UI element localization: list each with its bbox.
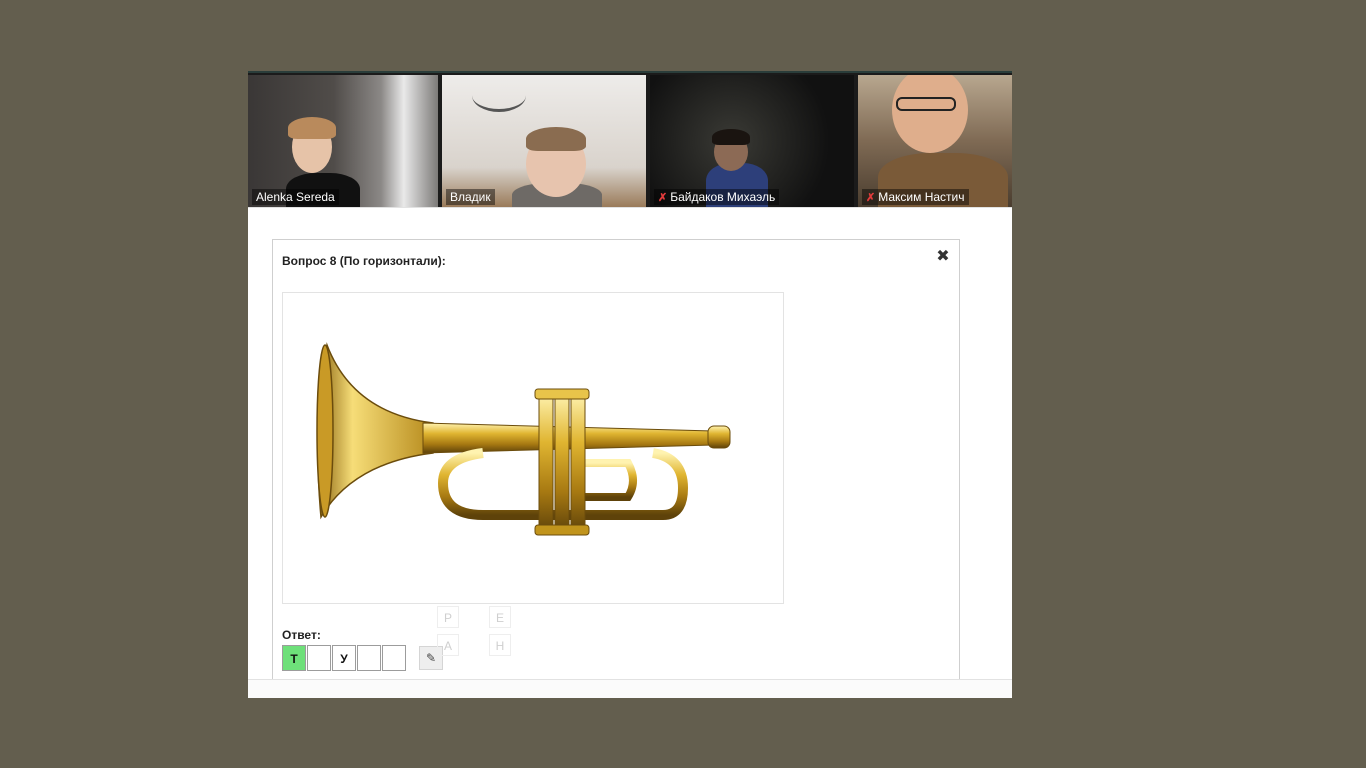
answer-label: Ответ: bbox=[282, 628, 321, 642]
question-image bbox=[282, 292, 784, 604]
participant-name: ✗ Максим Настич bbox=[862, 189, 969, 205]
answer-cell[interactable] bbox=[382, 645, 406, 671]
participant-name: Владик bbox=[446, 189, 495, 205]
answer-input-row: Т У bbox=[282, 645, 407, 671]
video-strip: Alenka Sereda Владик ✗ Байдаков Михаэль ✗… bbox=[248, 71, 1012, 209]
participant-name: ✗ Байдаков Михаэль bbox=[654, 189, 780, 205]
answer-cell[interactable] bbox=[307, 645, 331, 671]
close-icon[interactable]: ✖ bbox=[935, 248, 951, 264]
status-bar bbox=[248, 679, 1012, 698]
video-tile[interactable]: ✗ Максим Настич bbox=[858, 75, 1012, 207]
crossword-cell: Н bbox=[489, 634, 511, 656]
chandelier-icon bbox=[472, 79, 526, 112]
mic-muted-icon: ✗ bbox=[866, 192, 876, 204]
question-dialog: Вопрос 8 (По горизонтали): ✖ Ответ: Т У … bbox=[272, 239, 960, 698]
question-title: Вопрос 8 (По горизонтали): bbox=[282, 254, 446, 268]
glasses-icon bbox=[896, 97, 956, 111]
crossword-cell: Е bbox=[489, 606, 511, 628]
mic-muted-icon: ✗ bbox=[658, 192, 668, 204]
answer-cell[interactable]: Т bbox=[282, 645, 306, 671]
crossword-cell: Р bbox=[437, 606, 459, 628]
shared-screen: Alenka Sereda Владик ✗ Байдаков Михаэль ✗… bbox=[248, 71, 1012, 698]
video-tile[interactable]: ✗ Байдаков Михаэль bbox=[650, 75, 854, 207]
answer-cell[interactable]: У bbox=[332, 645, 356, 671]
participant-name: Alenka Sereda bbox=[252, 189, 339, 205]
video-tile[interactable]: Владик bbox=[442, 75, 646, 207]
answer-cell[interactable] bbox=[357, 645, 381, 671]
video-tile[interactable]: Alenka Sereda bbox=[248, 75, 438, 207]
crossword-cell: А bbox=[437, 634, 459, 656]
toolbar-area bbox=[248, 207, 1012, 238]
trumpet-icon bbox=[316, 342, 731, 536]
